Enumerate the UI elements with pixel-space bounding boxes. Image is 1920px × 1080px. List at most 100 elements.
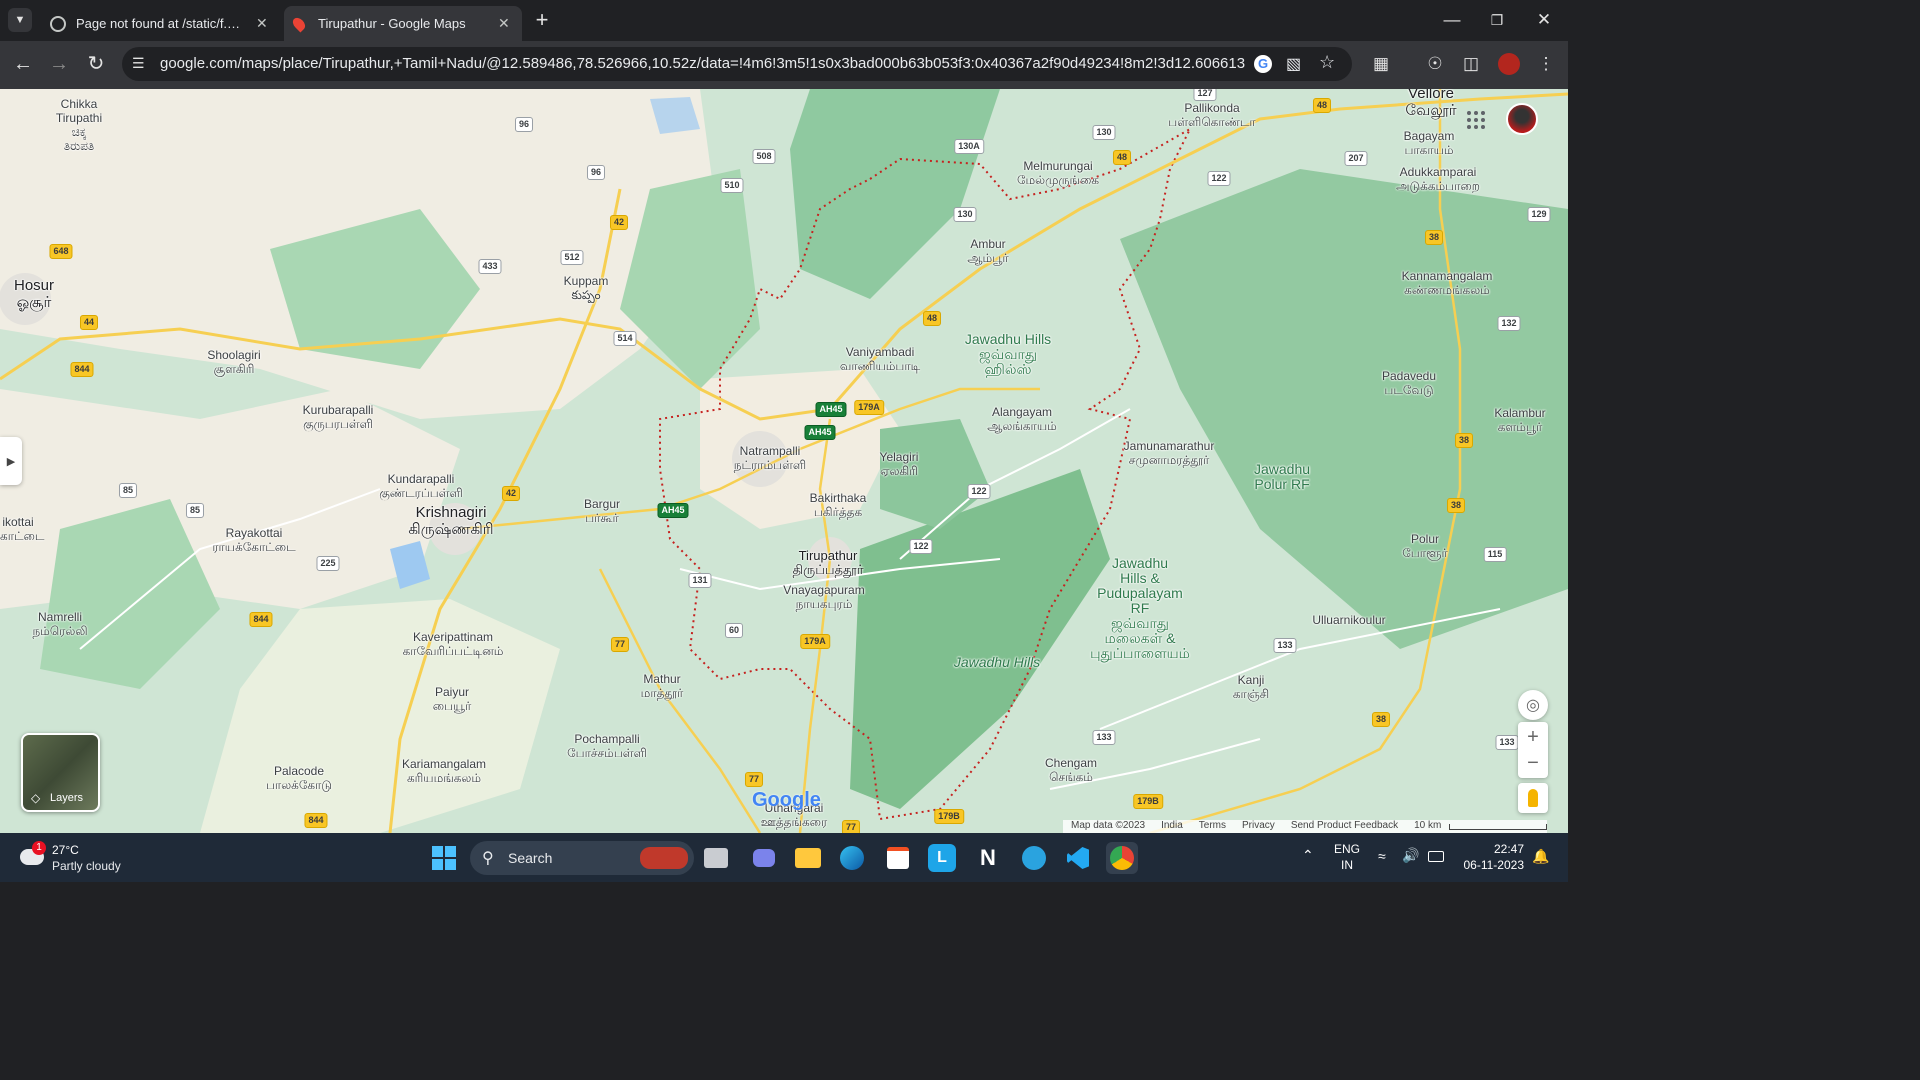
place-label[interactable]: Pallikonda பள்ளிகொண்டா (1168, 101, 1255, 129)
install-app-icon[interactable]: ▧ (1286, 54, 1301, 74)
place-label[interactable]: Ulluarnikoulur (1312, 613, 1385, 627)
place-label[interactable]: Adukkamparai அடுக்கம்பாறை (1396, 165, 1480, 193)
site-info-icon[interactable]: ☰ (132, 55, 145, 72)
place-label[interactable]: Pochampalli போச்சம்பள்ளி (567, 732, 647, 760)
notification-bell-icon[interactable]: 🔔 (1532, 848, 1549, 865)
place-label[interactable]: Kurubarapalli குருபரபள்ளி (303, 403, 374, 431)
extensions-icon[interactable]: ▦ (1370, 54, 1392, 74)
tab-google-maps[interactable]: Tirupathur - Google Maps ✕ (284, 6, 522, 41)
telegram-icon[interactable] (1018, 842, 1050, 874)
hill-label[interactable]: Jawadhu Hills ஜவ்வாது ஹில்ஸ் (965, 332, 1051, 377)
place-label[interactable]: Bagayam பாகாயம் (1404, 129, 1455, 157)
wifi-icon[interactable]: ≈ (1378, 848, 1386, 864)
place-label[interactable]: Kanji காஞ்சி (1233, 673, 1269, 701)
place-label[interactable]: Hosur ஓசூர் (14, 277, 54, 311)
zoom-in-button[interactable]: + (1527, 724, 1539, 750)
pegman-button[interactable] (1518, 783, 1548, 813)
restore-button[interactable]: ❐ (1487, 10, 1507, 30)
terms-link[interactable]: Terms (1191, 820, 1234, 834)
chrome-icon[interactable] (1106, 842, 1138, 874)
hill-label[interactable]: Jawadhu Hills & Pudupalayam RF ஜவ்வாது ம… (1090, 556, 1190, 661)
apps-grid-icon[interactable] (1467, 111, 1485, 129)
place-label[interactable]: Vaniyambadi வாணியம்பாடி (840, 345, 920, 373)
address-bar[interactable]: ☰ google.com/maps/place/Tirupathur,+Tami… (122, 47, 1352, 81)
weather-widget[interactable]: 1 27°C Partly cloudy (18, 839, 158, 877)
google-lens-icon[interactable]: G (1254, 55, 1272, 73)
taskbar-search[interactable]: ⚲ Search (470, 841, 694, 875)
my-location-button[interactable]: ◎ (1518, 690, 1548, 720)
place-label[interactable]: Tirupathur திருப்பத்தூர் (792, 549, 863, 577)
place-label[interactable]: Shoolagiri சூளகிரி (207, 348, 260, 376)
zoom-out-button[interactable]: − (1527, 750, 1539, 776)
expand-side-panel-button[interactable]: ▶ (0, 437, 22, 485)
reload-button[interactable]: ↻ (85, 54, 107, 74)
tab-page-not-found[interactable]: Page not found at /static/f.htm ✕ (40, 6, 280, 41)
place-label[interactable]: Palacode பாலக்கோடு (266, 764, 332, 792)
bookmark-star-icon[interactable]: ☆ (1319, 52, 1335, 73)
place-label[interactable]: Kannamangalam கண்ணமங்கலம் (1402, 269, 1493, 297)
place-label[interactable]: Krishnagiri கிருஷ்ணகிரி (408, 504, 493, 538)
file-explorer-icon[interactable] (792, 842, 824, 874)
privacy-link[interactable]: Privacy (1234, 820, 1283, 834)
task-view-icon[interactable] (704, 848, 728, 868)
scale-label[interactable]: 10 km (1406, 820, 1449, 834)
menu-icon[interactable]: ⋮ (1536, 54, 1556, 74)
place-label[interactable]: Paiyur பையூர் (433, 685, 471, 713)
place-label[interactable]: Kariamangalam கரியமங்கலம் (402, 757, 486, 785)
url-text[interactable]: google.com/maps/place/Tirupathur,+Tamil+… (160, 47, 1245, 81)
ms-store-icon[interactable] (882, 842, 914, 874)
place-label[interactable]: Kundarapalli குண்டரப்பள்ளி (379, 472, 463, 500)
minimize-button[interactable]: — (1442, 10, 1462, 30)
country-link[interactable]: India (1153, 820, 1191, 834)
start-button[interactable] (428, 842, 460, 874)
map-canvas[interactable]: Chikka Tirupathi ಚಿಕ್ಕ ತಿರುಪತಿ Hosur ஓசூ… (0, 89, 1568, 833)
performance-icon[interactable]: ☉ (1424, 54, 1446, 74)
feedback-link[interactable]: Send Product Feedback (1283, 820, 1406, 834)
l-app-icon[interactable]: L (928, 844, 956, 872)
clock[interactable]: 22:47 06-11-2023 (1458, 841, 1525, 873)
place-label[interactable]: Alangayam ஆலங்காயம் (987, 405, 1057, 433)
place-label[interactable]: Melmurungai மேல்முருங்கை (1017, 159, 1099, 187)
layers-button[interactable]: ◇ Layers (21, 733, 100, 812)
profile-avatar-icon[interactable] (1498, 53, 1520, 75)
close-tab-icon[interactable]: ✕ (256, 15, 268, 32)
new-tab-button[interactable]: + (530, 8, 554, 32)
windows-logo-icon (432, 846, 456, 870)
place-label[interactable]: Kaveripattinam காவேரிப்பட்டினம் (403, 630, 504, 658)
edge-icon[interactable] (836, 842, 868, 874)
place-label[interactable]: Ambur ஆம்பூர் (967, 237, 1008, 265)
tab-search-button[interactable]: ▼ (8, 8, 32, 32)
place-label[interactable]: Polur போளூர் (1402, 532, 1447, 560)
close-window-button[interactable]: ✕ (1534, 10, 1554, 30)
place-label[interactable]: Padavedu படவேடு (1382, 369, 1436, 397)
language-indicator[interactable]: ENG IN (1334, 841, 1360, 873)
place-label[interactable]: Jamunamarathur சமுனாமரத்தூர் (1124, 439, 1215, 467)
hill-label[interactable]: Jawadhu Polur RF (1254, 462, 1310, 492)
place-label[interactable]: Kuppam కుప్పం (564, 274, 609, 302)
account-avatar[interactable] (1506, 103, 1538, 135)
volume-icon[interactable]: 🔊 (1402, 847, 1419, 864)
forward-button[interactable]: → (48, 54, 70, 74)
side-panel-icon[interactable]: ◫ (1460, 54, 1482, 74)
place-label[interactable]: Chikka Tirupathi ಚಿಕ್ಕ ತಿರುಪತಿ (56, 97, 102, 153)
hill-label[interactable]: Jawadhu Hills (954, 655, 1040, 669)
place-label[interactable]: Bakirthaka பகிர்த்தக (810, 491, 867, 519)
place-label[interactable]: ikottai கோட்டை (0, 515, 44, 543)
close-tab-icon[interactable]: ✕ (498, 15, 510, 32)
notion-icon[interactable]: N (972, 842, 1004, 874)
place-label[interactable]: Natrampalli நட்ராம்பள்ளி (734, 444, 806, 472)
battery-icon[interactable] (1428, 851, 1444, 862)
vscode-icon[interactable] (1062, 842, 1094, 874)
place-label[interactable]: Namrelli நம்ரெல்லி (32, 610, 87, 638)
place-label[interactable]: Chengam செங்கம் (1045, 756, 1097, 784)
place-label[interactable]: Mathur மாத்தூர் (641, 672, 684, 700)
teams-chat-icon[interactable] (748, 842, 780, 874)
place-label[interactable]: Kalambur களம்பூர் (1494, 406, 1545, 434)
back-button[interactable]: ← (12, 54, 34, 74)
show-hidden-icons[interactable]: ⌃ (1302, 847, 1314, 864)
place-label[interactable]: Vnayagapuram நாயகபுரம் (783, 583, 864, 611)
place-label[interactable]: Rayakottai ராயக்கோட்டை (212, 526, 295, 554)
place-label[interactable]: Yelagiri ஏலகிரி (880, 450, 919, 478)
place-label[interactable]: Bargur பர்கூர் (584, 497, 620, 525)
place-label[interactable]: Vellore வேலூர் (1405, 89, 1456, 119)
